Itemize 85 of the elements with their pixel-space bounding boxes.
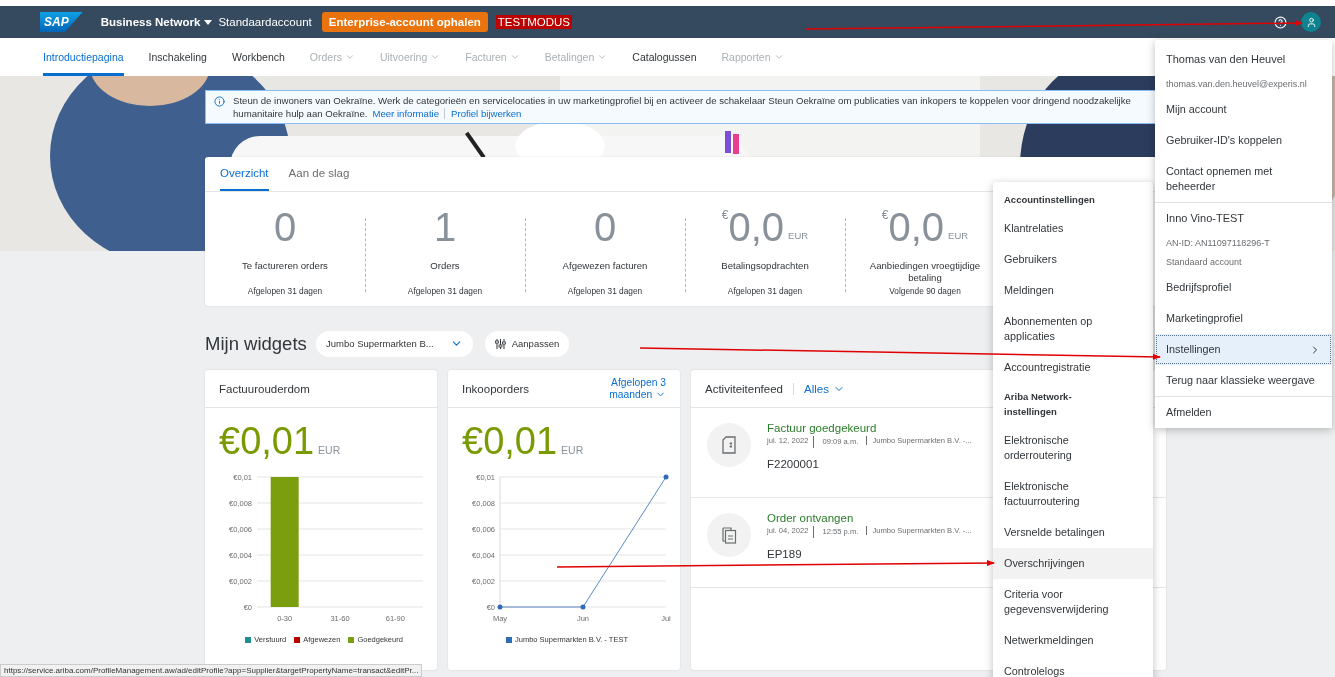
period-dropdown[interactable]: Afgelopen 3 maanden (591, 376, 666, 401)
kpi-period: Afgelopen 31 dagen (247, 286, 323, 296)
caret-icon (204, 19, 213, 25)
nav-tab[interactable]: Inschakeling (148, 38, 207, 76)
currency-unit: EUR (948, 230, 969, 241)
menu-item[interactable]: Afmelden (1155, 397, 1332, 428)
kpi-label: Te factureren orders (241, 260, 329, 273)
info-icon (214, 96, 225, 107)
user-avatar[interactable] (1301, 12, 1321, 32)
widget-amount: €0,01 (219, 420, 315, 463)
menu-item[interactable]: Gebruiker-ID's koppelen (1155, 125, 1332, 156)
menu-item[interactable]: Klantrelaties (993, 213, 1153, 244)
feed-filter[interactable]: Alles (793, 382, 845, 395)
currency-unit: EUR (561, 444, 584, 456)
menu-section-header: Ariba Network-instellingen (993, 383, 1153, 425)
menu-item[interactable]: Gebruikers (993, 244, 1153, 275)
kpi-label: Orders (429, 260, 461, 273)
menu-item[interactable]: Instellingen (1155, 334, 1332, 365)
product-menu[interactable]: Business Network (100, 16, 213, 28)
kpi-period: Afgelopen 31 dagen (567, 286, 643, 296)
account-type: Standaardaccount (218, 16, 312, 28)
menu-item[interactable]: Versnelde betalingen (993, 517, 1153, 548)
menu-item[interactable]: Abonnementen op applicaties (993, 306, 1153, 352)
invoice-icon (721, 436, 737, 454)
document-number: EP189 (767, 548, 803, 560)
nav-tab[interactable]: Catalogussen (632, 38, 697, 76)
menu-item[interactable]: Accountregistratie (993, 352, 1153, 383)
test-mode-badge: TESTMODUS (495, 15, 573, 29)
menu-detail: thomas.van.den.heuvel@experis.nl (1155, 75, 1332, 94)
chevron-icon (430, 52, 441, 62)
sliders-icon (494, 338, 506, 349)
menu-detail: AN-ID: AN11097118296-T (1155, 234, 1332, 253)
currency-symbol: € (721, 208, 729, 222)
activity-title[interactable]: Order ontvangen (767, 512, 854, 524)
customize-button[interactable]: Aanpassen (484, 330, 570, 357)
help-icon[interactable] (1274, 15, 1287, 29)
customer-select[interactable]: Jumbo Supermarkten B... (316, 330, 473, 357)
menu-item[interactable]: Meldingen (993, 275, 1153, 306)
menu-section-header: Accountinstellingen (993, 186, 1153, 213)
overview-tab[interactable]: Overzicht (220, 157, 269, 191)
document-number: F2200001 (767, 458, 820, 470)
kpi-period: Afgelopen 31 dagen (727, 286, 803, 296)
menu-item[interactable]: Criteria voor gegevensverwijdering (993, 579, 1153, 625)
kpi-label: Afgewezen facturen (561, 260, 649, 273)
currency-unit: EUR (788, 230, 809, 241)
kpi-period: Volgende 90 dagen (889, 286, 961, 296)
menu-item[interactable]: Netwerkmeldingen (993, 625, 1153, 656)
nav-tab[interactable]: Workbench (231, 38, 285, 76)
chart-point (497, 604, 503, 610)
status-url: https://service.ariba.com/ProfileManagement.aw/ad/editProfile?app=Supplier&targetPropertyName=transact&editPr... (0, 664, 423, 677)
menu-item[interactable]: Marketingprofiel (1155, 303, 1332, 334)
currency-symbol: € (881, 208, 889, 222)
banner-link[interactable]: Meer informatie (372, 108, 440, 119)
widget-title: Factuurouderdom (219, 382, 310, 395)
chart-point (663, 474, 669, 480)
kpi-label: Aanbiedingen vroegtijdige betaling (868, 260, 982, 284)
widgets-title: Mijn widgets (205, 332, 304, 355)
document-icon (721, 526, 737, 544)
banner-link[interactable]: Profiel bijwerken (444, 108, 522, 119)
chart-point (580, 604, 586, 610)
menu-detail: Standaard account (1155, 253, 1332, 272)
menu-item[interactable]: Controlelogs (993, 656, 1153, 677)
menu-item[interactable]: Mijn account (1155, 94, 1332, 125)
menu-item[interactable]: Terug naar klassieke weergave (1155, 365, 1332, 396)
currency-unit: EUR (318, 444, 341, 456)
menu-item[interactable]: Elektronische orderroutering (993, 425, 1153, 471)
menu-heading: Thomas van den Heuvel (1155, 44, 1332, 75)
menu-heading: Inno Vino-TEST (1155, 203, 1332, 234)
menu-item[interactable]: Bedrijfsprofiel (1155, 272, 1332, 303)
menu-item[interactable]: Contact opnemen met beheerder (1155, 156, 1332, 202)
widget-amount: €0,01 (462, 420, 558, 463)
chevron-icon (773, 52, 784, 62)
widget-title: Activiteitenfeed (705, 382, 783, 395)
chevron-icon (597, 52, 608, 62)
chevron-icon (344, 52, 355, 62)
sap-logo[interactable]: SAP (40, 12, 83, 32)
kpi-label: Betalingsopdrachten (720, 260, 810, 273)
overview-tab[interactable]: Aan de slag (288, 157, 350, 191)
banner-message: Steun de inwoners van Oekraïne. Werk de categorieën en servicelocaties in uw marketingprofiel bij en activeer de schakelaar Steun Oekraïne om publicaties van inkopers te koppelen voor dringend noodzakelijke humanitaire hulp aan Oekraïne. Meer informatie Profiel bijwerken (233, 94, 1132, 120)
widget-title: Inkooporders (462, 382, 530, 395)
kpi-period: Afgelopen 31 dagen (407, 286, 483, 296)
chevron-icon (509, 52, 520, 62)
menu-item[interactable]: Overschrijvingen (993, 548, 1153, 579)
activity-title[interactable]: Factuur goedgekeurd (767, 422, 877, 434)
menu-item[interactable]: Elektronische factuurroutering (993, 471, 1153, 517)
